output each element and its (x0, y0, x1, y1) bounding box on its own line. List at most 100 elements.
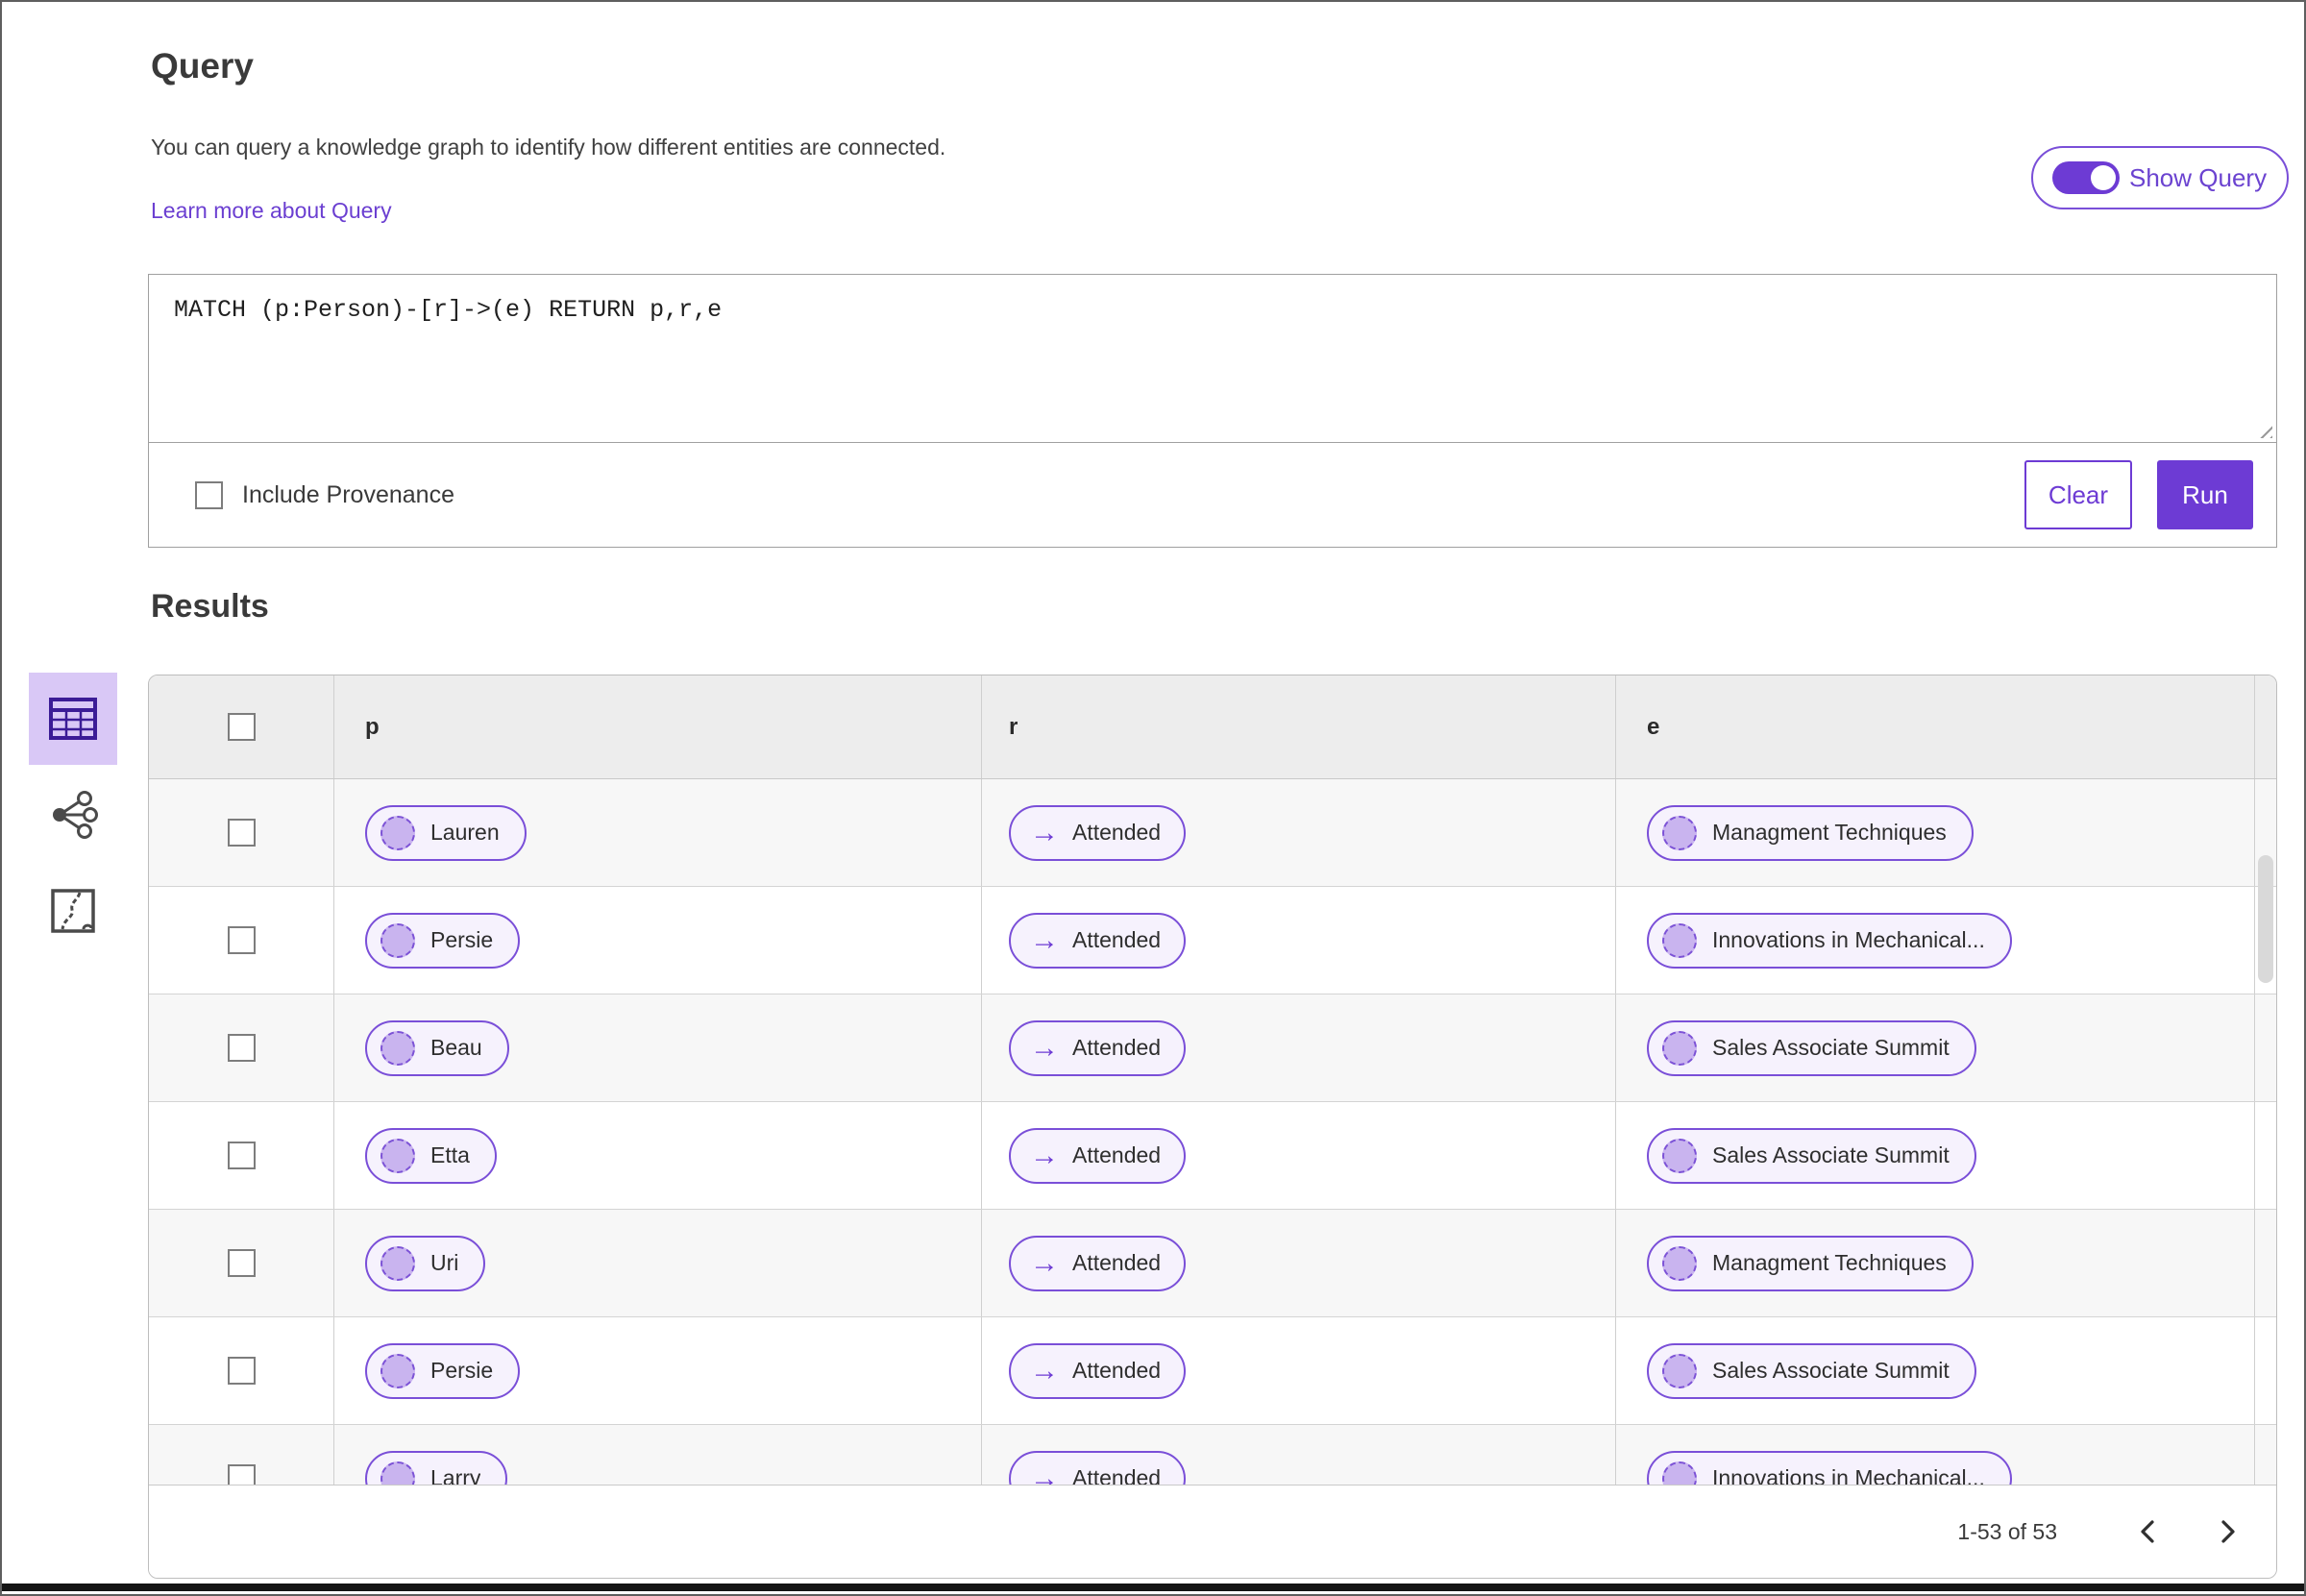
entity-node-icon (1662, 815, 1697, 850)
table-row: Uri → Attended Managment Techniques (149, 1210, 2276, 1317)
entity-pill[interactable]: Etta (365, 1127, 497, 1184)
entity-pill[interactable]: Sales Associate Summit (1647, 1342, 1976, 1399)
entity-pill[interactable]: Innovations in Mechanical... (1647, 912, 2012, 969)
entity-node-icon (1662, 1138, 1697, 1173)
chevron-right-icon (2221, 1520, 2235, 1543)
entity-pill[interactable]: Larry (365, 1450, 508, 1485)
entity-pill[interactable]: Beau (365, 1019, 509, 1076)
entity-pill[interactable]: Sales Associate Summit (1647, 1127, 1976, 1184)
cell-r: → Attended (981, 1210, 1615, 1316)
row-checkbox[interactable] (227, 1034, 256, 1062)
cell-e: Sales Associate Summit (1615, 994, 2254, 1101)
row-checkbox-cell (149, 1425, 333, 1485)
cell-r: → Attended (981, 1102, 1615, 1209)
cell-p: Uri (333, 1210, 981, 1316)
column-header-e[interactable]: e (1615, 675, 2254, 778)
row-checkbox-cell (149, 994, 333, 1101)
cell-r: → Attended (981, 994, 1615, 1101)
learn-more-link[interactable]: Learn more about Query (151, 198, 392, 224)
pagination-prev-button[interactable] (2126, 1510, 2169, 1553)
relation-pill[interactable]: → Attended (1009, 1235, 1187, 1291)
row-checkbox-cell (149, 1102, 333, 1209)
toggle-knob (2091, 165, 2116, 190)
table-row: Persie → Attended Innovations in Mechani… (149, 887, 2276, 994)
entity-pill[interactable]: Persie (365, 912, 521, 969)
row-checkbox[interactable] (227, 819, 256, 847)
row-scrollbar-gutter (2254, 1425, 2276, 1485)
entity-node-icon (1662, 1353, 1697, 1388)
include-provenance-label: Include Provenance (242, 480, 454, 508)
arrow-right-icon: → (1030, 816, 1059, 848)
table-scrollbar-thumb[interactable] (2258, 855, 2273, 983)
arrow-right-icon: → (1030, 1461, 1059, 1485)
pagination-next-button[interactable] (2207, 1510, 2249, 1553)
entity-node-icon (380, 815, 415, 850)
row-checkbox[interactable] (227, 1464, 256, 1485)
entity-node-icon (380, 1353, 415, 1388)
cell-e: Managment Techniques (1615, 779, 2254, 886)
entity-pill[interactable]: Innovations in Mechanical... (1647, 1450, 2012, 1485)
cell-p: Larry (333, 1425, 981, 1485)
query-editor[interactable]: MATCH (p:Person)-[r]->(e) RETURN p,r,e (149, 275, 2276, 443)
entity-pill[interactable]: Managment Techniques (1647, 1235, 1974, 1291)
relation-pill[interactable]: → Attended (1009, 1019, 1187, 1076)
column-header-r[interactable]: r (981, 675, 1615, 778)
clear-button[interactable]: Clear (2024, 460, 2132, 529)
table-header: p r e (149, 675, 2276, 779)
cell-e: Sales Associate Summit (1615, 1317, 2254, 1424)
relation-pill[interactable]: → Attended (1009, 1127, 1187, 1184)
table-body: Lauren → Attended Managment Techniques P… (149, 779, 2276, 1485)
header-scrollbar-gutter (2254, 675, 2276, 778)
row-checkbox[interactable] (227, 1249, 256, 1277)
query-description: You can query a knowledge graph to ident… (151, 135, 946, 160)
entity-pill[interactable]: Sales Associate Summit (1647, 1019, 1976, 1076)
map-view-tab[interactable] (29, 865, 117, 957)
row-checkbox[interactable] (227, 1142, 256, 1169)
arrow-right-icon: → (1030, 1246, 1059, 1279)
resize-handle-icon[interactable] (2255, 421, 2272, 438)
run-button[interactable]: Run (2157, 460, 2253, 529)
entity-node-icon (380, 1030, 415, 1066)
entity-pill[interactable]: Persie (365, 1342, 521, 1399)
relation-pill[interactable]: → Attended (1009, 1342, 1187, 1399)
table-view-tab[interactable] (29, 673, 117, 765)
entity-node-icon (1662, 1461, 1697, 1485)
table-row: Larry → Attended Innovations in Mechanic… (149, 1425, 2276, 1485)
query-panel: MATCH (p:Person)-[r]->(e) RETURN p,r,e I… (148, 274, 2277, 548)
row-checkbox-cell (149, 1317, 333, 1424)
entity-pill[interactable]: Managment Techniques (1647, 804, 1974, 861)
cell-e: Innovations in Mechanical... (1615, 887, 2254, 994)
row-checkbox[interactable] (227, 926, 256, 954)
arrow-right-icon: → (1030, 923, 1059, 956)
entity-pill[interactable]: Uri (365, 1235, 486, 1291)
entity-node-icon (380, 1461, 415, 1485)
cell-p: Persie (333, 887, 981, 994)
toggle-on-icon[interactable] (2052, 161, 2120, 194)
include-provenance-checkbox[interactable] (195, 480, 223, 509)
row-scrollbar-gutter (2254, 1210, 2276, 1316)
row-scrollbar-gutter (2254, 994, 2276, 1101)
cell-r: → Attended (981, 1425, 1615, 1485)
entity-pill[interactable]: Lauren (365, 804, 527, 861)
cell-r: → Attended (981, 887, 1615, 994)
relation-pill[interactable]: → Attended (1009, 1450, 1187, 1485)
row-checkbox-cell (149, 779, 333, 886)
page-title: Query (151, 46, 254, 86)
table-row: Lauren → Attended Managment Techniques (149, 779, 2276, 887)
cell-e: Managment Techniques (1615, 1210, 2254, 1316)
select-all-checkbox[interactable] (227, 713, 256, 741)
cell-p: Persie (333, 1317, 981, 1424)
entity-node-icon (1662, 1030, 1697, 1066)
app-window: Query You can query a knowledge graph to… (0, 0, 2306, 1596)
network-view-tab[interactable] (29, 769, 117, 861)
entity-node-icon (1662, 1245, 1697, 1281)
column-header-p[interactable]: p (333, 675, 981, 778)
cell-p: Etta (333, 1102, 981, 1209)
table-row: Persie → Attended Sales Associate Summit (149, 1317, 2276, 1425)
relation-pill[interactable]: → Attended (1009, 804, 1187, 861)
relation-pill[interactable]: → Attended (1009, 912, 1187, 969)
row-checkbox[interactable] (227, 1357, 256, 1385)
arrow-right-icon: → (1030, 1354, 1059, 1387)
show-query-toggle[interactable]: Show Query (2031, 146, 2289, 209)
table-row: Etta → Attended Sales Associate Summit (149, 1102, 2276, 1210)
